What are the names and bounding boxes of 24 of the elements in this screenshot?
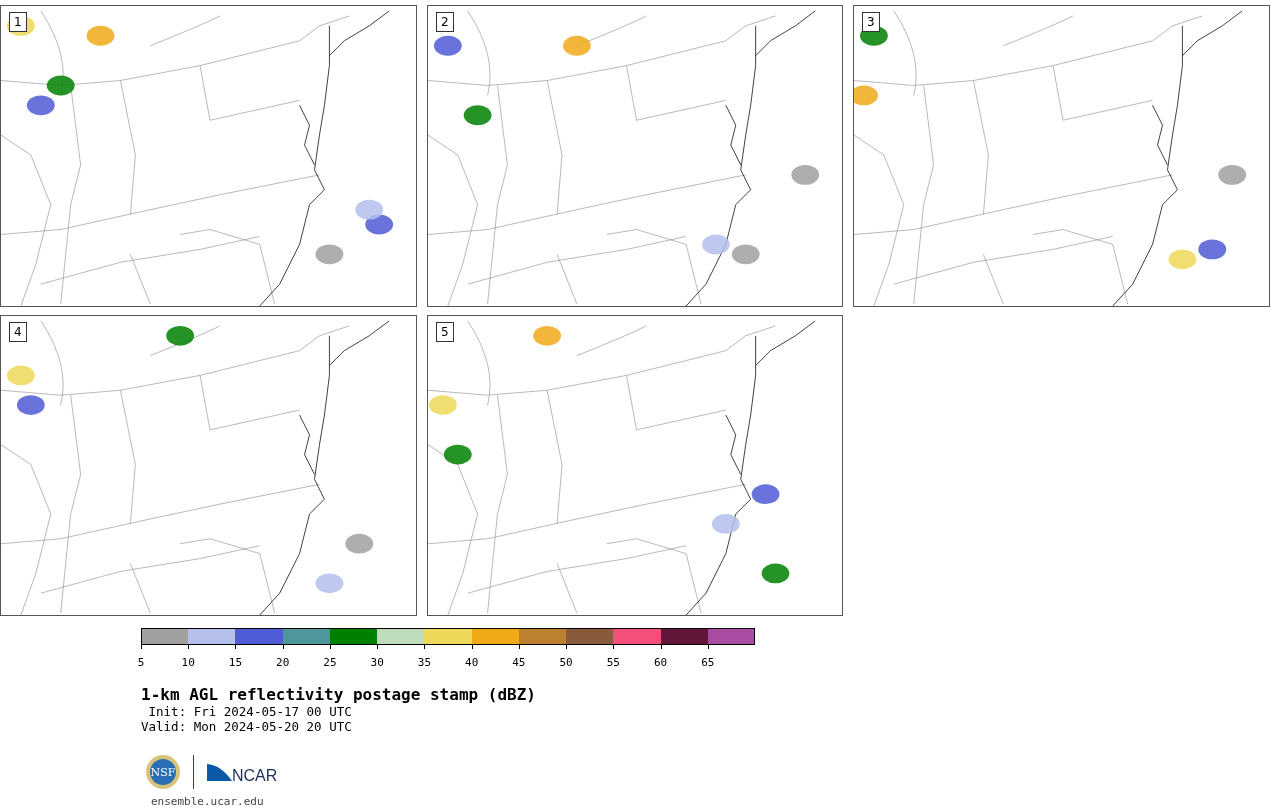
tick-label: 35 [417,657,432,670]
tick-label: 50 [559,657,573,670]
panel-number: 4 [9,322,27,342]
chart-title: 1-km AGL reflectivity postage stamp (dBZ) [141,685,537,705]
tick-label: 55 [606,657,620,670]
tick-label: 20 [276,657,290,670]
panel-number: 2 [436,12,454,32]
init-time: Init: Fri 2024-05-17 00 UTC [147,704,353,720]
panel-number: 5 [436,322,454,342]
tick-label: 25 [323,657,337,670]
panel-number: 3 [862,12,880,32]
valid-time: Valid: Mon 2024-05-20 20 UTC [141,719,353,735]
tick-label: 15 [228,657,243,670]
panel-number: 1 [9,12,27,32]
tick-label: 5 [137,657,145,670]
tick-label: 45 [512,657,526,670]
website-url: ensemble.ucar.edu [151,794,265,809]
tick-label: 60 [653,657,668,670]
tick-label: 30 [370,657,384,670]
tick-label: 40 [465,657,479,670]
tick-label: 10 [181,657,195,670]
nsf-logo: NSF [145,754,181,791]
ncar-logo: NCAR [206,761,280,784]
tick-label: 65 [701,657,715,670]
